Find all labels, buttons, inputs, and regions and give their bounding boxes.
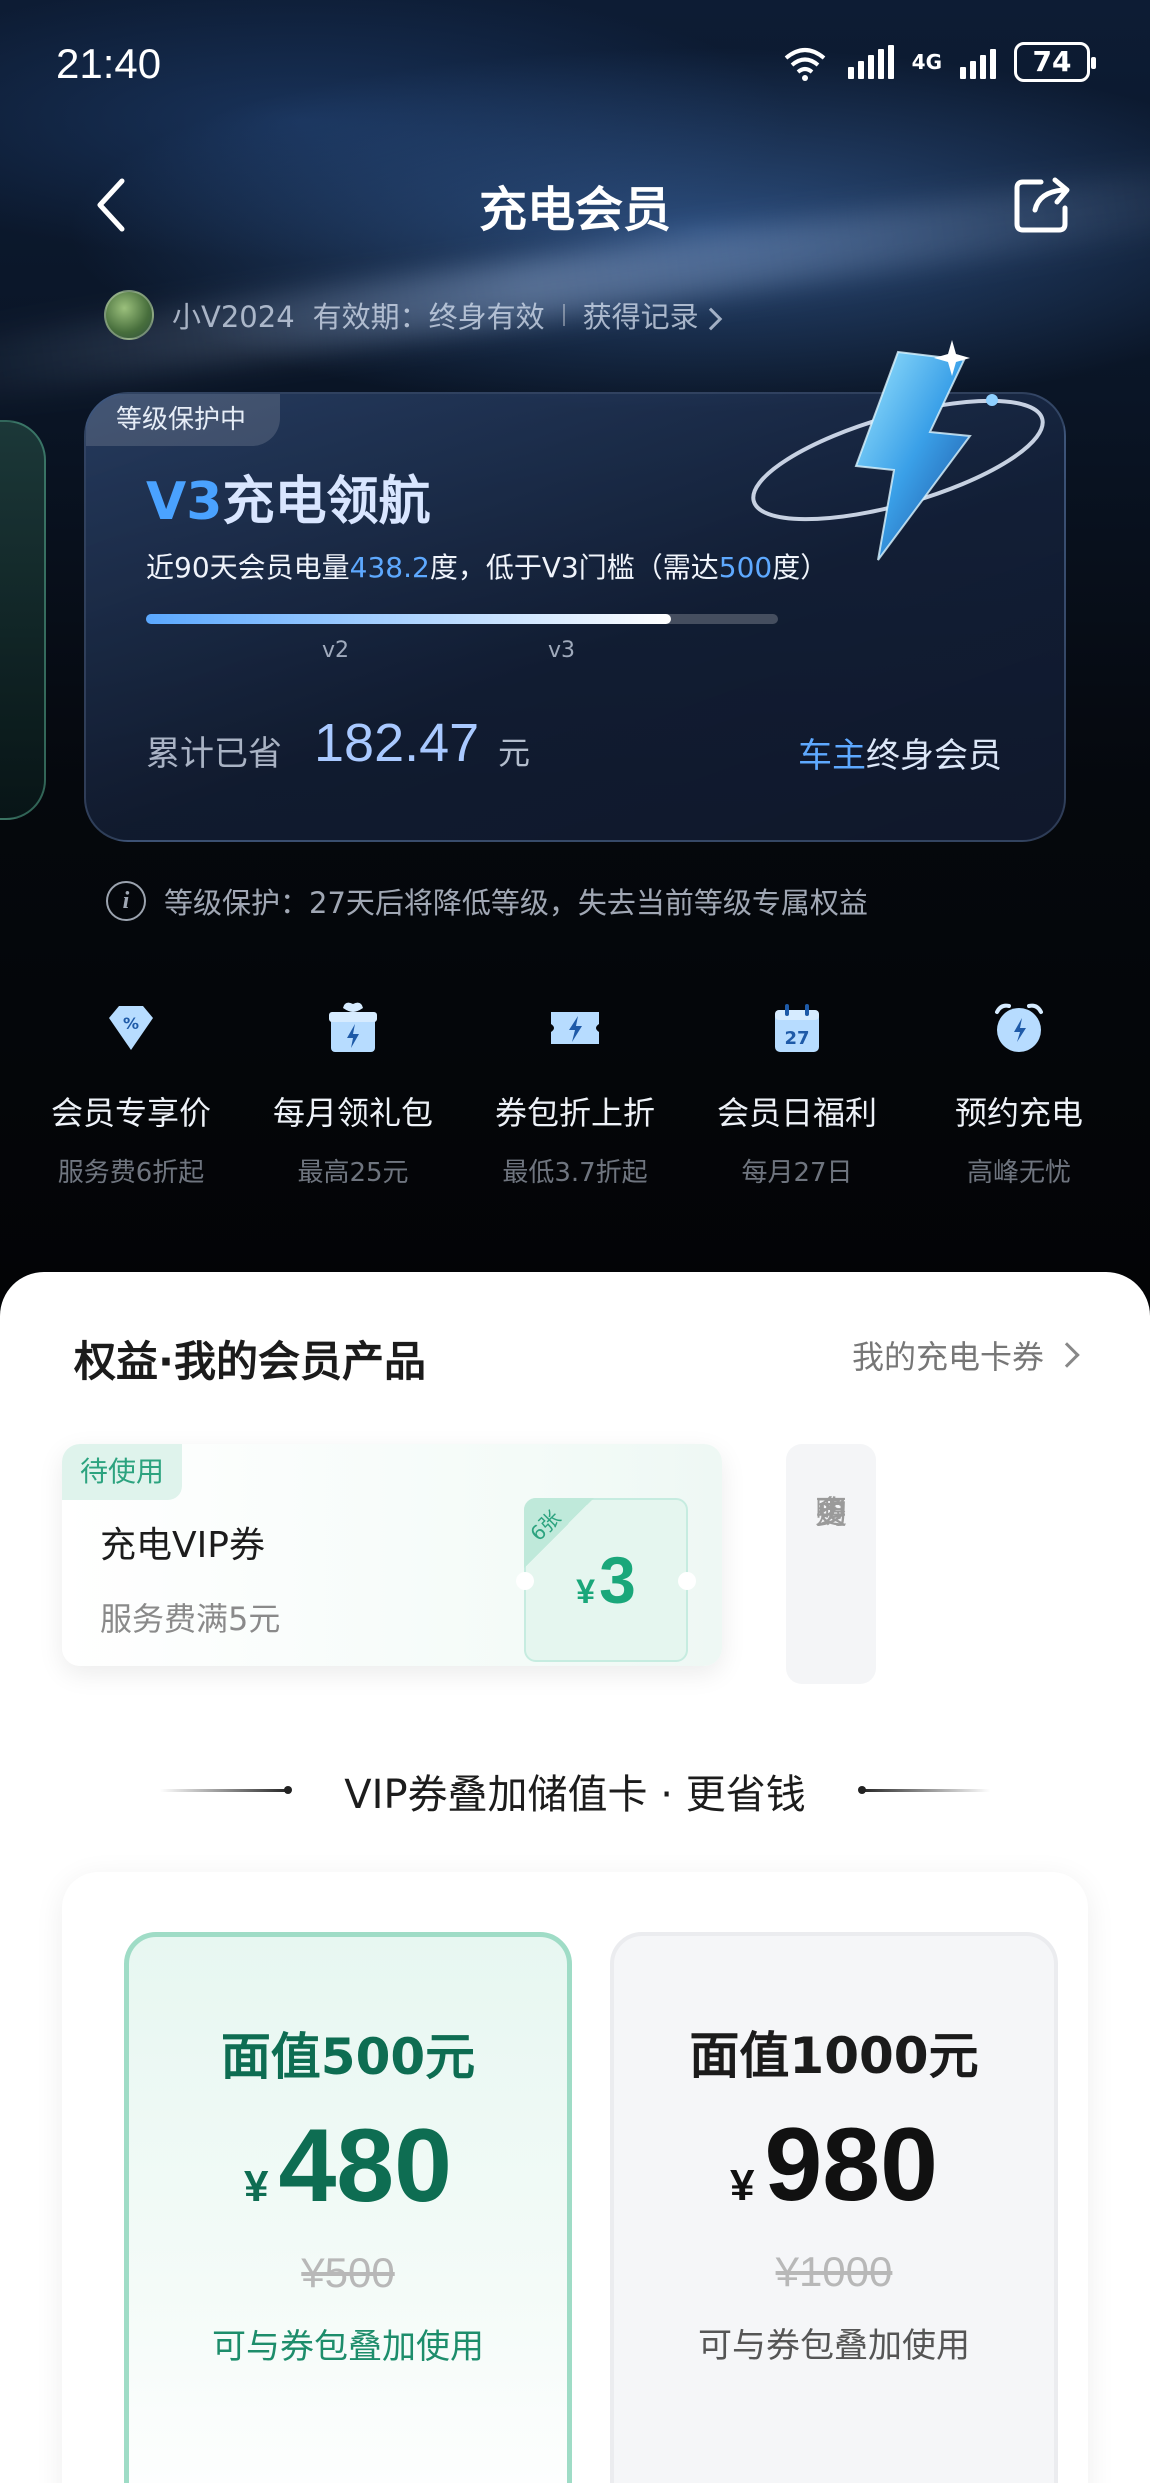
user-name: 小V2024: [172, 300, 295, 334]
protection-notice: i 等级保护：27天后将降低等级，失去当前等级专属权益: [106, 880, 868, 922]
network-type: 4G: [911, 50, 942, 74]
info-icon[interactable]: i: [106, 881, 146, 921]
tick-v3: v3: [548, 638, 576, 663]
benefit-subtitle: 最高25元: [297, 1158, 409, 1188]
level-title: 充电领航: [222, 472, 431, 532]
share-icon[interactable]: [1011, 172, 1075, 236]
status-bar: 21:40 4G 74: [0, 0, 1150, 130]
coupon-condition: 服务费满5元: [100, 1600, 281, 1638]
battery-icon: 74: [1014, 42, 1096, 82]
card-face-value: 面值1000元: [689, 2027, 979, 2085]
avatar[interactable]: [104, 290, 154, 340]
benefit-title: 券包折上折: [494, 1094, 655, 1132]
member-type: 车主终身会员: [798, 728, 1002, 777]
level-progress-bar: [146, 614, 778, 624]
calendar-27-icon: 27: [775, 1004, 819, 1052]
coupon-bolt-icon: [551, 1012, 599, 1044]
count-tag-label: 6张: [525, 1505, 566, 1546]
page-title: 充电会员: [478, 182, 671, 238]
benefit-title: 每月领礼包: [272, 1094, 433, 1132]
svg-text:%: %: [123, 1014, 139, 1033]
stored-value-card-1000[interactable]: 面值1000元 ¥980 ¥1000 可与券包叠加使用: [610, 1932, 1058, 2483]
coupon-amount: ¥3: [526, 1542, 686, 1618]
signal-icon: [847, 45, 894, 79]
products-sheet: 权益·我的会员产品 我的充电卡券 待使用 充电VIP券 服务费满5元 6张 ¥3…: [0, 1272, 1150, 2483]
benefit-item[interactable]: % 会员专享价 服务费6折起: [22, 990, 240, 1210]
benefit-subtitle: 最低3.7折起: [502, 1158, 648, 1188]
currency-symbol: ¥: [243, 2162, 269, 2211]
coupon-value-box: 6张 ¥3: [516, 1498, 696, 1662]
ticket-notch: [516, 1572, 534, 1590]
lightning-bolt-icon: [751, 340, 1045, 561]
desc-mid: 度，低于V3门槛（需达: [429, 551, 719, 584]
records-link-label: 获得记录: [582, 300, 699, 334]
gift-box-icon: [329, 1002, 377, 1052]
level-description: 近90天会员电量438.2度，低于V3门槛（需达500度）: [146, 546, 828, 586]
member-type-b: 终身会员: [866, 736, 1002, 776]
card-price-value: 480: [278, 2108, 452, 2224]
level-code: V3: [146, 472, 223, 532]
tick-v2: v2: [322, 638, 350, 663]
progress-fill: [146, 614, 671, 624]
protection-badge: 等级保护中: [86, 394, 281, 446]
benefit-item[interactable]: 27 会员日福利 每月27日: [688, 990, 906, 1210]
notice-text: 等级保护：27天后将降低等级，失去当前等级专属权益: [164, 886, 868, 920]
currency-symbol: ¥: [729, 2161, 755, 2210]
vip-coupon-card[interactable]: 待使用 充电VIP券 服务费满5元 6张 ¥3: [62, 1444, 722, 1666]
card-face-value: 面值500元: [220, 2028, 476, 2086]
coupon-amount-value: 3: [599, 1543, 636, 1617]
card-note: 可与券包叠加使用: [212, 2327, 484, 2367]
alarm-clock-icon: [995, 1003, 1043, 1052]
buy-more-label: 购买更多: [786, 1466, 876, 1610]
chevron-right-icon: [1054, 1342, 1080, 1368]
discount-diamond-icon: %: [109, 1006, 153, 1050]
stored-value-card-500[interactable]: 面值500元 ¥480 ¥500 可与券包叠加使用: [124, 1932, 572, 2483]
signal-icon-2: [960, 45, 996, 79]
desc-prefix: 近90天会员电量: [146, 551, 350, 584]
card-price-value: 980: [764, 2107, 938, 2223]
section-title: 权益·我的会员产品: [74, 1337, 426, 1386]
validity-text: 有效期：终身有效: [312, 300, 545, 334]
member-type-a: 车主: [798, 736, 866, 776]
my-coupons-label: 我的充电卡券: [851, 1338, 1044, 1376]
benefit-title: 会员日福利: [716, 1094, 877, 1132]
system-icons: 4G 74: [780, 42, 1096, 82]
benefit-item[interactable]: 预约充电 高峰无忧: [910, 990, 1128, 1210]
benefit-item[interactable]: 每月领礼包 最高25元: [244, 990, 462, 1210]
benefit-title: 预约充电: [954, 1094, 1083, 1132]
divider: [562, 304, 565, 326]
card-price: ¥980: [614, 2106, 1054, 2225]
stored-value-panel: 面值500元 ¥480 ¥500 可与券包叠加使用 面值1000元 ¥980 ¥…: [62, 1872, 1088, 2483]
card-original-price: ¥500: [301, 2249, 395, 2296]
buy-more-button[interactable]: 购买更多: [786, 1444, 876, 1684]
status-time: 21:40: [56, 40, 162, 87]
coupon-name: 充电VIP券: [100, 1525, 265, 1566]
benefit-subtitle: 高峰无忧: [966, 1158, 1071, 1188]
benefit-subtitle: 每月27日: [741, 1158, 853, 1188]
level-name: V3充电领航: [146, 459, 430, 534]
card-note: 可与券包叠加使用: [698, 2326, 970, 2366]
benefits-row: % 会员专享价 服务费6折起 每月领礼包 最高25元 券包折上折 最低3.7折起…: [0, 990, 1150, 1210]
divider-line-right: [858, 1786, 990, 1794]
benefit-item[interactable]: 券包折上折 最低3.7折起: [466, 990, 684, 1210]
currency-symbol: ¥: [576, 1573, 596, 1611]
desc-value: 438.2: [349, 551, 430, 584]
buy-more-char: 多: [814, 1493, 847, 1531]
previous-card-peek[interactable]: [0, 420, 46, 820]
svg-text:27: 27: [784, 1028, 809, 1049]
ticket-notch: [678, 1572, 696, 1590]
saved-value: 182.47: [314, 713, 480, 773]
saved-unit: 元: [498, 734, 531, 772]
benefit-subtitle: 服务费6折起: [57, 1158, 205, 1188]
user-info-row: 小V2024 有效期：终身有效 获得记录: [104, 290, 723, 340]
chevron-right-icon: [699, 307, 723, 331]
status-badge: 待使用: [62, 1444, 183, 1500]
wifi-icon: [784, 48, 825, 81]
card-original-price: ¥1000: [775, 2248, 893, 2295]
benefit-title: 会员专享价: [50, 1094, 211, 1132]
my-coupons-link[interactable]: 我的充电卡券: [851, 1332, 1080, 1378]
saved-label: 累计已省: [146, 734, 282, 774]
card-price: ¥480: [129, 2107, 567, 2226]
records-link[interactable]: 获得记录: [582, 294, 723, 336]
